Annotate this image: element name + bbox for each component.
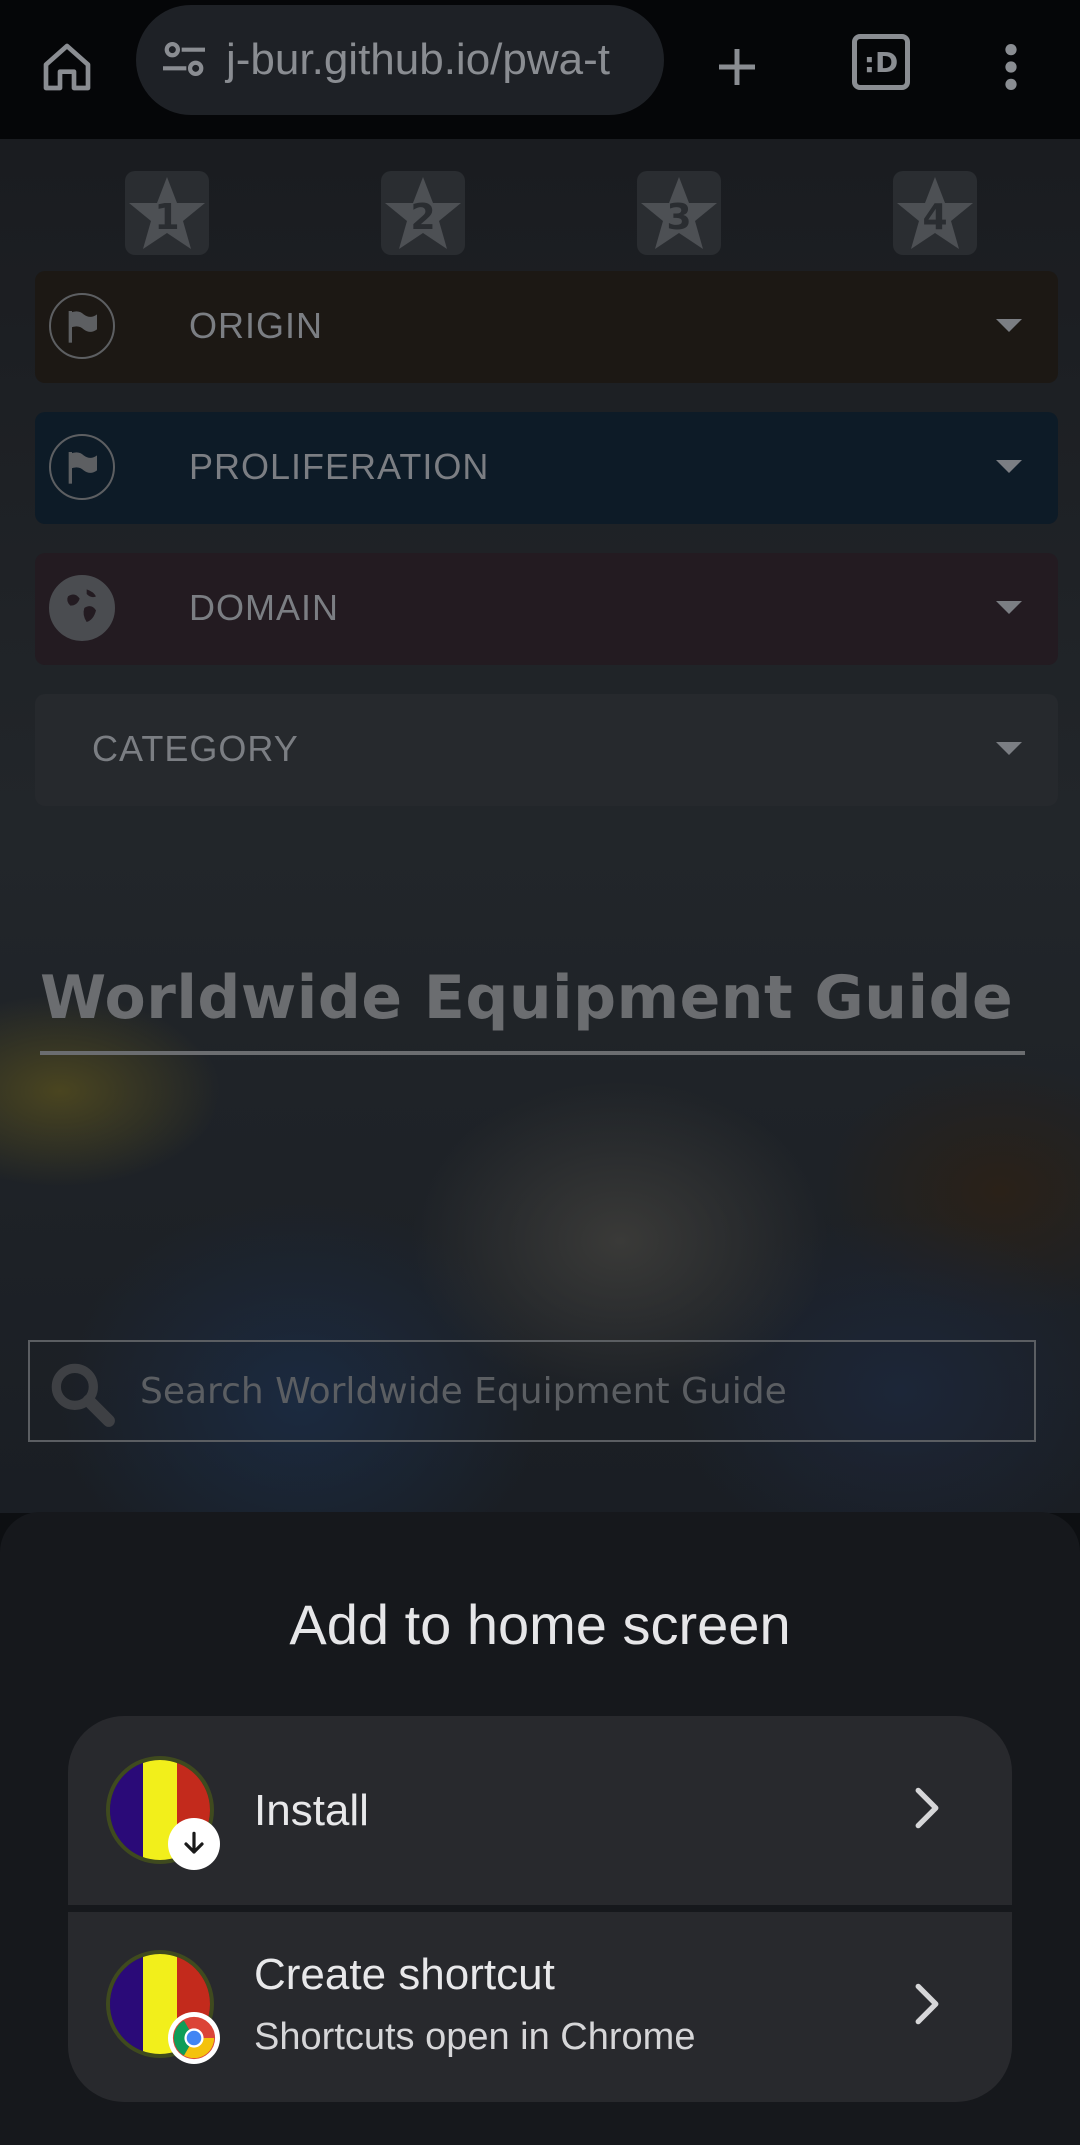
home-icon[interactable]	[28, 28, 106, 106]
star-tab-label: 2	[410, 197, 435, 238]
origin-dropdown[interactable]: ORIGIN	[35, 271, 1058, 383]
new-tab-icon[interactable]	[698, 28, 776, 106]
star-tab-2[interactable]: 2	[381, 171, 465, 255]
dropdown-label: PROLIFERATION	[189, 446, 490, 487]
star-tab-4[interactable]: 4	[893, 171, 977, 255]
shortcut-subtitle: Shortcuts open in Chrome	[254, 2016, 696, 2058]
domain-dropdown[interactable]: DOMAIN	[35, 553, 1058, 665]
chevron-right-icon	[912, 1786, 942, 1835]
install-option[interactable]: Install	[68, 1716, 1012, 1905]
chrome-icon	[168, 2012, 220, 2064]
dropdown-label: CATEGORY	[92, 728, 299, 769]
tab-switcher-icon[interactable]: :D	[852, 34, 910, 90]
download-icon	[168, 1818, 220, 1870]
star-tab-label: 3	[666, 197, 691, 238]
chevron-down-icon	[996, 601, 1022, 614]
star-tab-1[interactable]: 1	[125, 171, 209, 255]
site-settings-icon[interactable]	[156, 31, 212, 92]
flag-icon	[49, 434, 115, 500]
chevron-down-icon	[996, 742, 1022, 755]
star-tab-label: 1	[154, 197, 179, 238]
chevron-right-icon	[912, 1982, 942, 2031]
flag-icon	[49, 293, 115, 359]
dropdown-label: DOMAIN	[189, 587, 339, 628]
star-tab-row: 1 2 3 4	[0, 171, 1080, 261]
star-tab-label: 4	[922, 197, 947, 238]
page-title: Worldwide Equipment Guide	[40, 963, 1014, 1033]
chevron-down-icon	[996, 319, 1022, 332]
create-shortcut-option[interactable]: Create shortcut Shortcuts open in Chrome	[68, 1912, 1012, 2102]
dropdown-label: ORIGIN	[189, 305, 324, 346]
web-page: 1 2 3 4 ORIGIN PROLIFERATION DOMAIN CATE…	[0, 141, 1080, 1513]
search-icon	[44, 1356, 118, 1435]
chevron-down-icon	[996, 460, 1022, 473]
install-label: Install	[254, 1786, 369, 1835]
search-input[interactable]	[140, 1360, 1020, 1422]
proliferation-dropdown[interactable]: PROLIFERATION	[35, 412, 1058, 524]
address-bar[interactable]: j-bur.github.io/pwa-t	[136, 5, 664, 115]
title-underline	[40, 1051, 1025, 1055]
url-text: j-bur.github.io/pwa-t	[226, 35, 610, 84]
create-shortcut-label: Create shortcut	[254, 1950, 555, 1999]
add-to-home-sheet: Add to home screen Install Create shortc…	[0, 1512, 1080, 2145]
sheet-title: Add to home screen	[289, 1593, 791, 1656]
star-tab-3[interactable]: 3	[637, 171, 721, 255]
overflow-menu-icon[interactable]	[972, 28, 1050, 106]
category-dropdown[interactable]: CATEGORY	[35, 694, 1058, 806]
browser-toolbar: j-bur.github.io/pwa-t :D	[0, 0, 1080, 141]
globe-icon	[49, 575, 115, 641]
search-box[interactable]	[28, 1340, 1036, 1442]
